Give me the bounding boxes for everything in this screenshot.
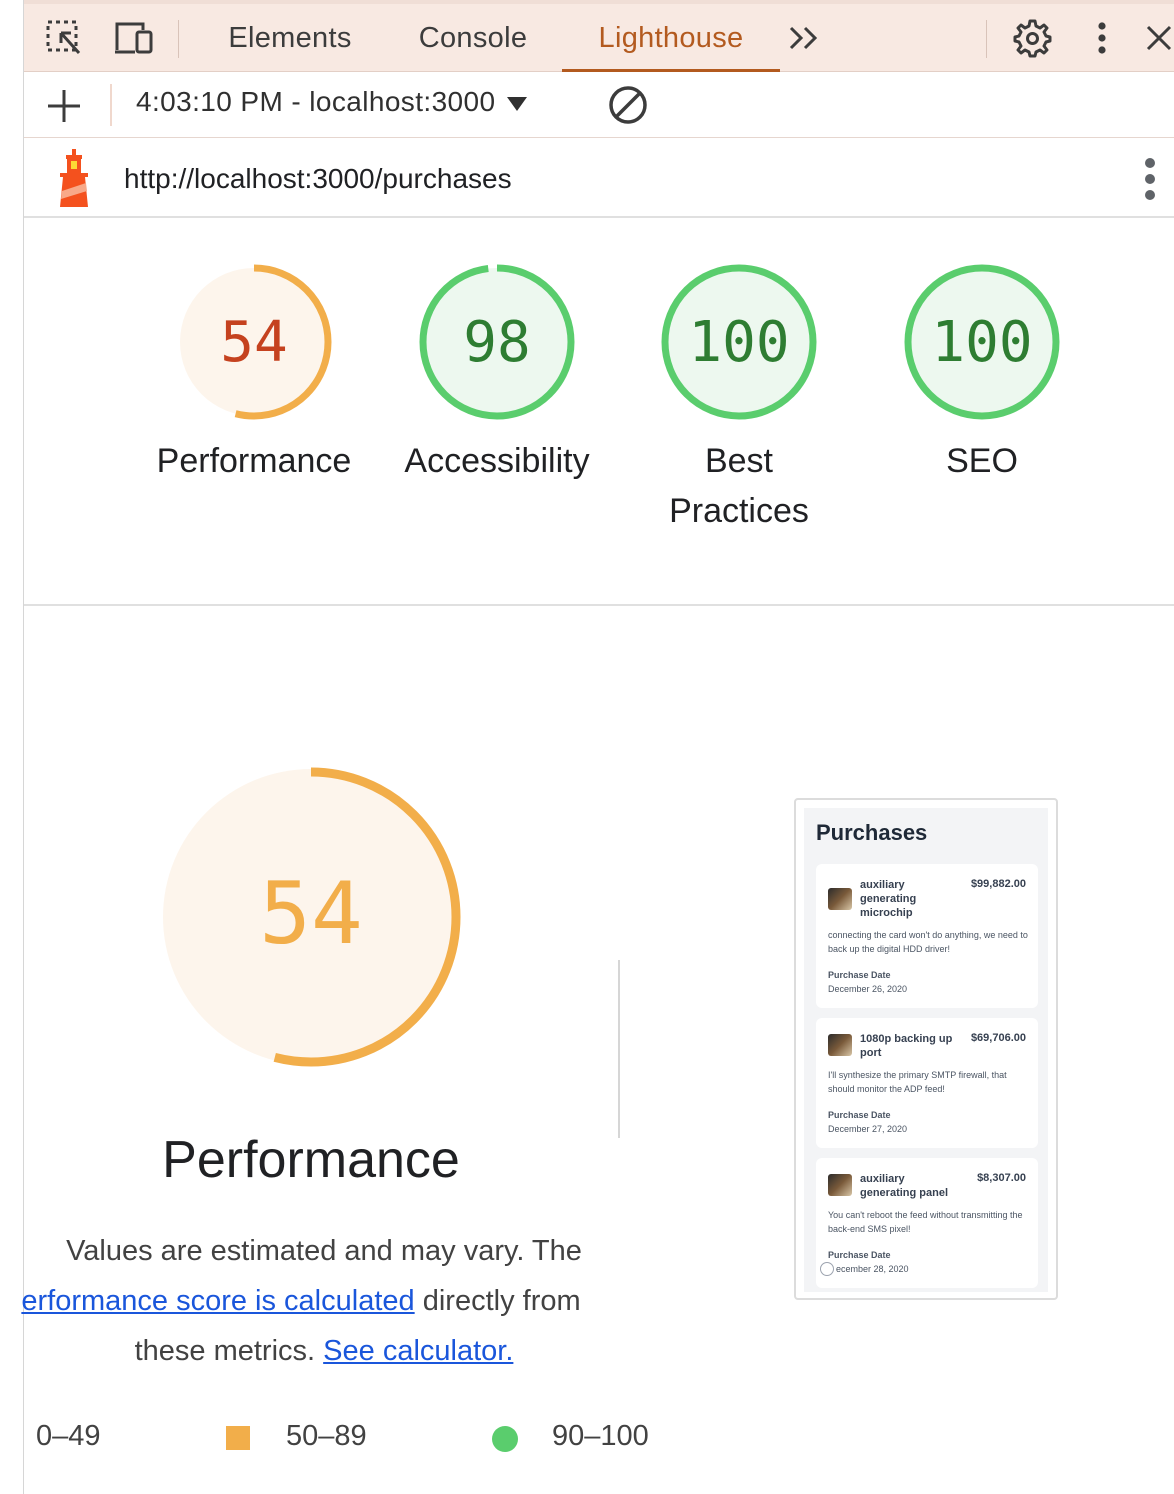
purchase-date: December 26, 2020 bbox=[828, 984, 908, 994]
legend-pass: 90–100 bbox=[552, 1420, 649, 1453]
left-panel-edge bbox=[0, 0, 24, 1494]
legend-fail: 0–49 bbox=[36, 1420, 101, 1453]
purchase-card: 1080p backing up port $69,706.00 I'll sy… bbox=[816, 1018, 1038, 1148]
desc-text: these metrics. bbox=[134, 1335, 316, 1367]
gauge-label: Performance bbox=[156, 442, 352, 480]
report-toolbar: 4:03:10 PM - localhost:3000 bbox=[24, 72, 1174, 138]
performance-big-gauge: 54 bbox=[160, 766, 462, 1068]
product-price: $8,307.00 bbox=[977, 1172, 1026, 1184]
lightning-icon bbox=[820, 1262, 834, 1276]
product-image bbox=[828, 1174, 852, 1196]
devtools-tabbar: Elements Console Lighthouse bbox=[24, 0, 1174, 73]
legend-range: 0–49 bbox=[36, 1420, 101, 1452]
purchase-card: auxiliary generating microchip $99,882.0… bbox=[816, 864, 1038, 1008]
block-icon[interactable] bbox=[606, 83, 650, 127]
gauge-label: Best Practices bbox=[669, 442, 809, 530]
report-url-bar: http://localhost:3000/purchases bbox=[24, 139, 1174, 218]
dropdown-arrow-icon bbox=[506, 96, 527, 111]
report-url[interactable]: http://localhost:3000/purchases bbox=[124, 163, 512, 195]
plus-icon[interactable] bbox=[44, 86, 84, 126]
score-number: 54 bbox=[259, 864, 363, 964]
product-name: auxiliary generating microchip bbox=[860, 879, 917, 919]
legend-average: 50–89 bbox=[286, 1420, 367, 1453]
report-selector[interactable]: 4:03:10 PM - localhost:3000 bbox=[136, 86, 528, 118]
product-description: connecting the card won't do anything, w… bbox=[828, 930, 1028, 954]
screenshot-title: Purchases bbox=[816, 820, 928, 845]
device-toolbar-icon[interactable] bbox=[112, 16, 156, 60]
see-calculator-link[interactable]: See calculator. bbox=[323, 1335, 513, 1367]
report-selector-label: 4:03:10 PM - localhost:3000 bbox=[136, 86, 496, 117]
toolbar-separator bbox=[110, 84, 112, 126]
desc-text: Values are estimated and may vary. The bbox=[66, 1235, 582, 1267]
gauge-accessibility[interactable]: 98 Accessibility bbox=[387, 262, 607, 486]
kebab-icon[interactable] bbox=[1080, 16, 1124, 60]
tab-label: Console bbox=[418, 21, 528, 54]
tab-lighthouse[interactable]: Lighthouse bbox=[562, 4, 780, 73]
tab-elements[interactable]: Elements bbox=[220, 4, 360, 72]
purchase-date-label: Purchase Date bbox=[828, 970, 891, 980]
gauge-performance[interactable]: 54 Performance bbox=[144, 262, 364, 486]
score-calculated-link[interactable]: erformance score is calculated bbox=[21, 1285, 414, 1317]
product-price: $99,882.00 bbox=[970, 878, 1026, 890]
gauge-label: SEO bbox=[946, 442, 1018, 480]
square-icon bbox=[226, 1426, 250, 1450]
purchase-card: auxiliary generating panel $8,307.00 You… bbox=[816, 1158, 1038, 1288]
final-screenshot[interactable]: Purchases auxiliary generating microchip… bbox=[794, 798, 1058, 1300]
double-chevron-right-icon[interactable] bbox=[782, 16, 826, 60]
product-description: I'll synthesize the primary SMTP firewal… bbox=[828, 1070, 1007, 1094]
gauge-label: Accessibility bbox=[404, 442, 590, 480]
vertical-divider bbox=[618, 960, 620, 1138]
score-number: 100 bbox=[931, 310, 1032, 375]
devtools-panel: Elements Console Lighthouse 4:03:10 PM -… bbox=[21, 0, 1174, 1494]
circle-icon bbox=[492, 1426, 518, 1452]
toolbar-separator bbox=[178, 20, 179, 58]
product-name: auxiliary generating panel bbox=[860, 1173, 949, 1199]
score-number: 100 bbox=[688, 310, 789, 375]
lighthouse-icon bbox=[52, 147, 96, 209]
gauge-seo[interactable]: 100 SEO bbox=[872, 262, 1092, 486]
performance-title: Performance bbox=[162, 1131, 460, 1189]
gauge-best-practices[interactable]: 100 Best Practices bbox=[629, 262, 849, 536]
legend-range: 50–89 bbox=[286, 1420, 367, 1452]
purchase-date: ecember 28, 2020 bbox=[836, 1264, 909, 1274]
close-icon[interactable] bbox=[1140, 16, 1174, 60]
section-divider bbox=[24, 604, 1174, 606]
score-number: 54 bbox=[220, 310, 287, 375]
score-number: 98 bbox=[463, 310, 530, 375]
tab-label: Lighthouse bbox=[598, 21, 744, 54]
tab-label: Elements bbox=[228, 21, 352, 54]
product-price: $69,706.00 bbox=[970, 1032, 1026, 1044]
product-name: 1080p backing up port bbox=[860, 1033, 953, 1059]
product-image bbox=[828, 888, 852, 910]
purchase-date: December 27, 2020 bbox=[828, 1124, 908, 1134]
kebab-icon[interactable] bbox=[1140, 157, 1160, 201]
inspect-element-icon[interactable] bbox=[42, 16, 86, 60]
purchase-date-label: Purchase Date bbox=[828, 1110, 891, 1120]
tab-console[interactable]: Console bbox=[408, 4, 538, 72]
performance-description: Values are estimated and may vary. The e… bbox=[21, 1226, 624, 1376]
gear-icon[interactable] bbox=[1010, 16, 1054, 60]
purchase-date-label: Purchase Date bbox=[828, 1250, 891, 1260]
product-description: You can't reboot the feed without transm… bbox=[828, 1210, 1023, 1234]
legend-range: 90–100 bbox=[552, 1420, 649, 1452]
toolbar-separator bbox=[986, 20, 987, 58]
product-image bbox=[828, 1034, 852, 1056]
desc-text: directly from bbox=[422, 1285, 581, 1317]
screenshot-page: Purchases auxiliary generating microchip… bbox=[804, 808, 1048, 1292]
